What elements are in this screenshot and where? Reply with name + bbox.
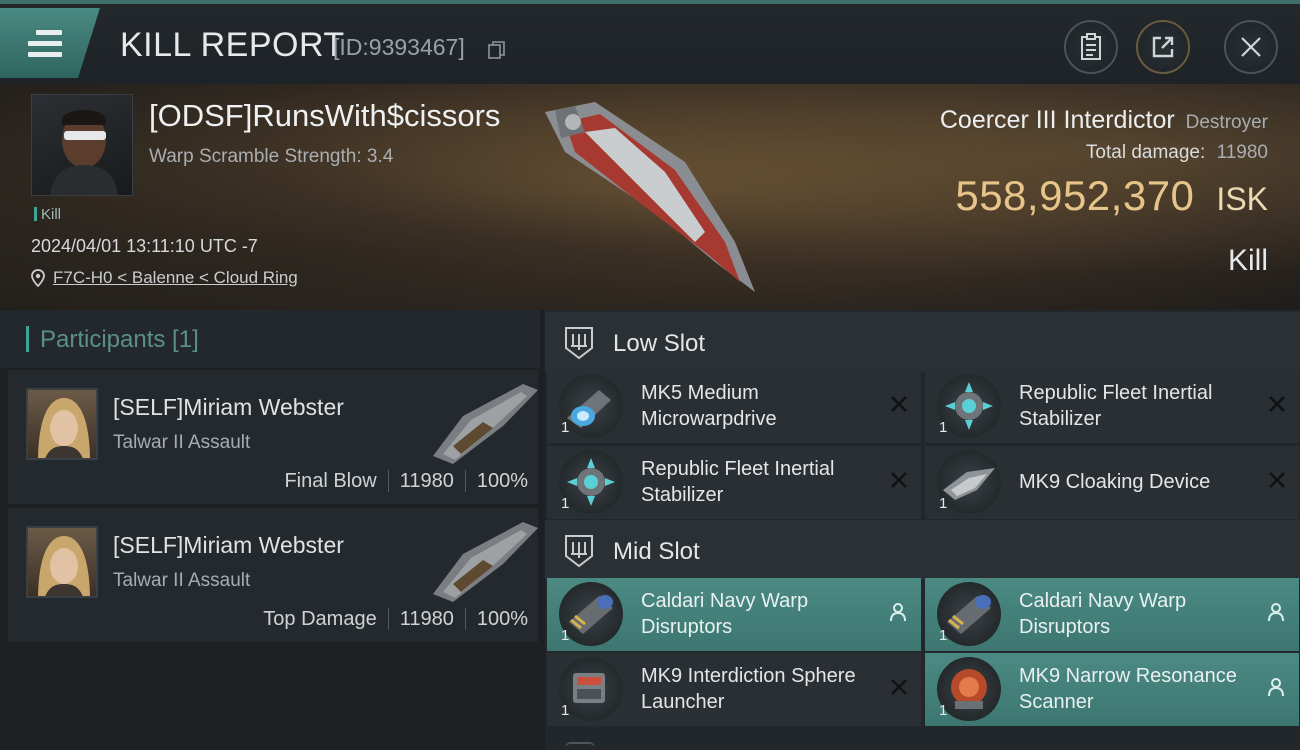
victim-ship-image: [545, 102, 755, 292]
module-item[interactable]: 1 MK9 Interdiction Sphere Launcher: [547, 653, 921, 726]
module-item[interactable]: 1 MK9 Narrow Resonance Scanner: [925, 653, 1299, 726]
victim-name[interactable]: [ODSF]RunsWith$cissors: [149, 98, 500, 134]
victim-summary: [ODSF]RunsWith$cissors Warp Scramble Str…: [0, 84, 1300, 310]
module-item[interactable]: 1 Republic Fleet Inertial Stabilizer: [925, 370, 1299, 443]
kill-timestamp: 2024/04/01 13:11:10 UTC -7: [31, 236, 258, 256]
module-name: Republic Fleet Inertial Stabilizer: [1019, 382, 1213, 430]
dropped-person-icon: [890, 603, 906, 622]
ship-name-text: Coercer III Interdictor: [939, 106, 1175, 134]
isk-amount: 558,952,370: [955, 172, 1195, 219]
destroyed-icon: [1269, 396, 1285, 412]
module-name: MK9 Narrow Resonance Scanner: [1019, 665, 1237, 713]
participant-card-final-blow[interactable]: [SELF]Miriam Webster Talwar II Assault F…: [8, 370, 538, 504]
destroyed-icon: [891, 396, 907, 412]
isk-unit: ISK: [1216, 181, 1268, 217]
participant-name: [SELF]Miriam Webster: [113, 394, 344, 420]
participant-role: Top Damage: [263, 608, 377, 630]
participant-ship: Talwar II Assault: [113, 432, 251, 453]
participant-role: Final Blow: [284, 470, 377, 492]
kill-location-link[interactable]: F7C-H0 < Balenne < Cloud Ring: [31, 268, 298, 288]
module-qty: 1: [561, 627, 570, 644]
total-damage-label: Total damage:: [1085, 142, 1206, 163]
participant-avatar: [26, 388, 98, 460]
module-qty: 1: [939, 419, 948, 436]
module-name: MK9 Cloaking Device: [1019, 471, 1211, 493]
result-label: Kill: [1227, 244, 1268, 277]
kill-tag: Kill: [34, 206, 61, 223]
participant-damage: 11980: [399, 470, 454, 492]
top-bar: KILL REPORT [ID:9393467]: [0, 0, 1300, 84]
clipboard-icon: [1081, 33, 1101, 60]
location-text: F7C-H0 < Balenne < Cloud Ring: [53, 268, 298, 287]
participants-panel: Participants [1] [SELF]Miriam Webster Ta…: [0, 310, 540, 750]
menu-icon: [28, 30, 62, 63]
participant-card-top-damage[interactable]: [SELF]Miriam Webster Talwar II Assault T…: [8, 508, 538, 642]
module-name: Caldari Navy Warp Disruptors: [641, 590, 809, 638]
participant-percent: 100%: [476, 608, 528, 630]
participant-ship-image: [433, 384, 538, 464]
module-qty: 1: [939, 627, 948, 644]
participant-avatar: [26, 526, 98, 598]
dropped-person-icon: [1268, 678, 1284, 697]
participant-ship-image: [433, 522, 538, 602]
participants-title: Participants [1]: [40, 326, 199, 353]
module-item[interactable]: 1 MK5 Medium Microwarpdrive: [547, 370, 921, 443]
module-name: MK9 Interdiction Sphere Launcher: [641, 665, 856, 713]
destroyed-icon: [891, 472, 907, 488]
next-slot-icon: [565, 742, 595, 750]
mid-slot-label: Mid Slot: [613, 538, 700, 565]
mid-slot-header: Mid Slot: [545, 520, 1300, 580]
victim-ship-name[interactable]: Coercer III Interdictor Destroyer: [940, 106, 1268, 135]
page-title: KILL REPORT: [120, 26, 345, 64]
module-name: Republic Fleet Inertial Stabilizer: [641, 458, 835, 506]
participant-name: [SELF]Miriam Webster: [113, 532, 344, 558]
participant-stats: Final Blow 11980 100%: [284, 470, 528, 493]
close-icon: [1241, 37, 1261, 57]
victim-avatar[interactable]: [31, 94, 133, 196]
share-icon: [1152, 36, 1174, 58]
destroyed-icon: [891, 679, 907, 695]
dropped-person-icon: [1268, 603, 1284, 622]
module-qty: 1: [561, 495, 570, 512]
share-button[interactable]: [1136, 20, 1190, 74]
module-item[interactable]: 1 Caldari Navy Warp Disruptors: [925, 578, 1299, 651]
menu-button[interactable]: [0, 8, 100, 78]
copy-icon[interactable]: [488, 40, 506, 60]
participant-ship: Talwar II Assault: [113, 570, 251, 591]
module-qty: 1: [561, 419, 570, 436]
module-qty: 1: [561, 702, 570, 719]
low-slot-icon: [565, 327, 593, 360]
low-slot-label: Low Slot: [613, 330, 706, 357]
warp-scramble-strength: Warp Scramble Strength: 3.4: [149, 146, 394, 167]
low-slot-header: Low Slot: [545, 312, 1300, 372]
module-item[interactable]: 1 Republic Fleet Inertial Stabilizer: [547, 446, 921, 519]
mid-slot-icon: [565, 535, 593, 568]
participant-damage: 11980: [399, 608, 454, 630]
location-pin-icon: [31, 269, 45, 287]
participants-header: Participants [1]: [0, 310, 540, 368]
module-item[interactable]: 1 Caldari Navy Warp Disruptors: [547, 578, 921, 651]
close-button[interactable]: [1224, 20, 1278, 74]
total-damage-value: 11980: [1216, 142, 1268, 163]
ship-class: Destroyer: [1185, 112, 1268, 133]
module-name: MK5 Medium Microwarpdrive: [641, 382, 777, 430]
participant-percent: 100%: [476, 470, 528, 492]
module-item[interactable]: 1 MK9 Cloaking Device: [925, 446, 1299, 519]
clipboard-button[interactable]: [1064, 20, 1118, 74]
participant-stats: Top Damage 11980 100%: [263, 608, 528, 631]
isk-value: 558,952,370 ISK: [955, 172, 1268, 220]
destroyed-icon: [1269, 472, 1285, 488]
total-damage: Total damage: 11980: [1086, 142, 1268, 164]
module-name: Caldari Navy Warp Disruptors: [1019, 590, 1187, 638]
module-qty: 1: [939, 495, 948, 512]
report-id: [ID:9393467]: [333, 34, 465, 60]
module-qty: 1: [939, 702, 948, 719]
fitting-panel: Low Slot 1 MK5 Medium Microwarpdrive 1 R…: [545, 310, 1300, 750]
